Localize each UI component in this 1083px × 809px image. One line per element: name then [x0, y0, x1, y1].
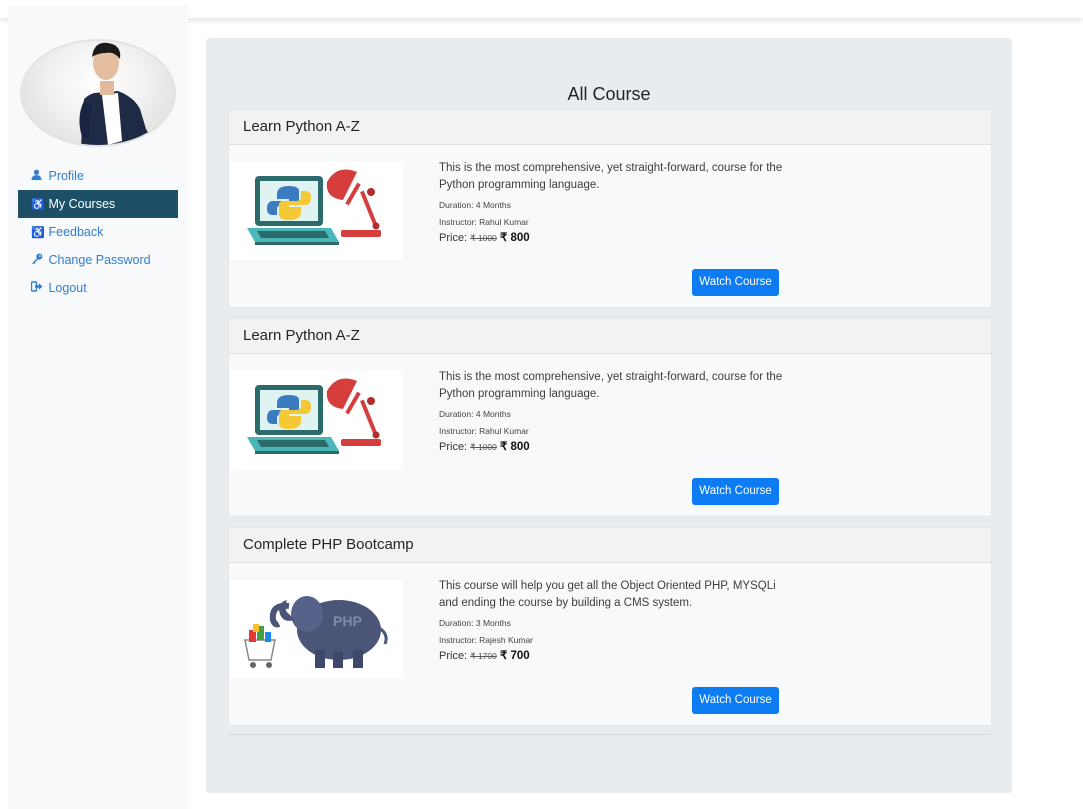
svg-text:PHP: PHP [333, 613, 362, 629]
course-card: Learn Python A-Z This is the most compre… [228, 109, 992, 308]
python-laptop-lamp-image [247, 169, 381, 245]
course-instructor: Instructor: Rahul Kumar [439, 426, 529, 436]
course-info: This is the most comprehensive, yet stra… [439, 160, 789, 244]
price-label: Price: [439, 650, 471, 662]
price-label: Price: [439, 232, 471, 244]
avatar-photo [79, 42, 156, 145]
new-price: ₹ 800 [499, 232, 530, 244]
old-price: ₹ 1700 [470, 651, 497, 661]
sidebar: Profile ♿ My Courses ♿ Feedback Change P… [8, 5, 188, 809]
course-description: This is the most comprehensive, yet stra… [439, 371, 783, 400]
course-duration: Duration: 4 Months [439, 200, 511, 210]
sidebar-nav: Profile ♿ My Courses ♿ Feedback Change P… [18, 162, 178, 302]
user-icon [31, 163, 43, 191]
watch-course-button[interactable]: Watch Course [692, 478, 779, 505]
sidebar-item-label: My Courses [48, 197, 116, 211]
sidebar-item-logout[interactable]: Logout [18, 274, 178, 302]
course-description: This course will help you get all the Ob… [439, 580, 776, 609]
watch-course-button[interactable]: Watch Course [692, 687, 779, 714]
watch-course-button[interactable]: Watch Course [692, 269, 779, 296]
python-laptop-lamp-image [247, 378, 381, 454]
course-card: Complete PHP Bootcamp PHP This course wi… [228, 527, 992, 726]
sidebar-item-label: Change Password [48, 253, 151, 267]
accessibility-icon: ♿ [31, 227, 45, 239]
course-price: Price: ₹ 1000 ₹ 800 [439, 439, 789, 453]
sidebar-item-label: Profile [48, 169, 84, 183]
new-price: ₹ 700 [499, 650, 530, 662]
sign-out-icon [30, 275, 43, 303]
old-price: ₹ 1000 [470, 233, 497, 243]
sidebar-item-profile[interactable]: Profile [18, 162, 178, 190]
course-thumbnail [229, 371, 403, 469]
avatar [20, 39, 176, 147]
course-price: Price: ₹ 1700 ₹ 700 [439, 648, 789, 662]
course-description: This is the most comprehensive, yet stra… [439, 162, 783, 191]
course-title: Complete PHP Bootcamp [229, 528, 991, 563]
course-duration: Duration: 4 Months [439, 409, 511, 419]
course-info: This course will help you get all the Ob… [439, 578, 789, 662]
course-duration: Duration: 3 Months [439, 618, 511, 628]
main-panel: All Course Learn Python A-Z This is the … [206, 38, 1012, 793]
key-icon [31, 247, 43, 275]
sidebar-item-change-password[interactable]: Change Password [18, 246, 178, 274]
course-instructor: Instructor: Rahul Kumar [439, 217, 529, 227]
course-info: This is the most comprehensive, yet stra… [439, 369, 789, 453]
course-thumbnail: PHP [229, 580, 403, 678]
php-elephant-cart-image: PHP [244, 596, 388, 668]
sidebar-item-label: Feedback [48, 225, 104, 239]
new-price: ₹ 800 [499, 441, 530, 453]
sidebar-item-feedback[interactable]: ♿ Feedback [18, 218, 178, 246]
course-instructor: Instructor: Rajesh Kumar [439, 635, 534, 645]
course-title: Learn Python A-Z [229, 319, 991, 354]
course-card: Learn Python A-Z This is the most compre… [228, 318, 992, 517]
divider [228, 734, 990, 735]
price-label: Price: [439, 441, 471, 453]
sidebar-item-label: Logout [48, 281, 87, 295]
accessibility-icon: ♿ [31, 199, 45, 211]
course-price: Price: ₹ 1000 ₹ 800 [439, 230, 789, 244]
sidebar-item-my-courses[interactable]: ♿ My Courses [18, 190, 178, 218]
old-price: ₹ 1000 [470, 442, 497, 452]
page-title: All Course [567, 84, 651, 104]
course-thumbnail [229, 162, 403, 260]
course-title: Learn Python A-Z [229, 110, 991, 145]
